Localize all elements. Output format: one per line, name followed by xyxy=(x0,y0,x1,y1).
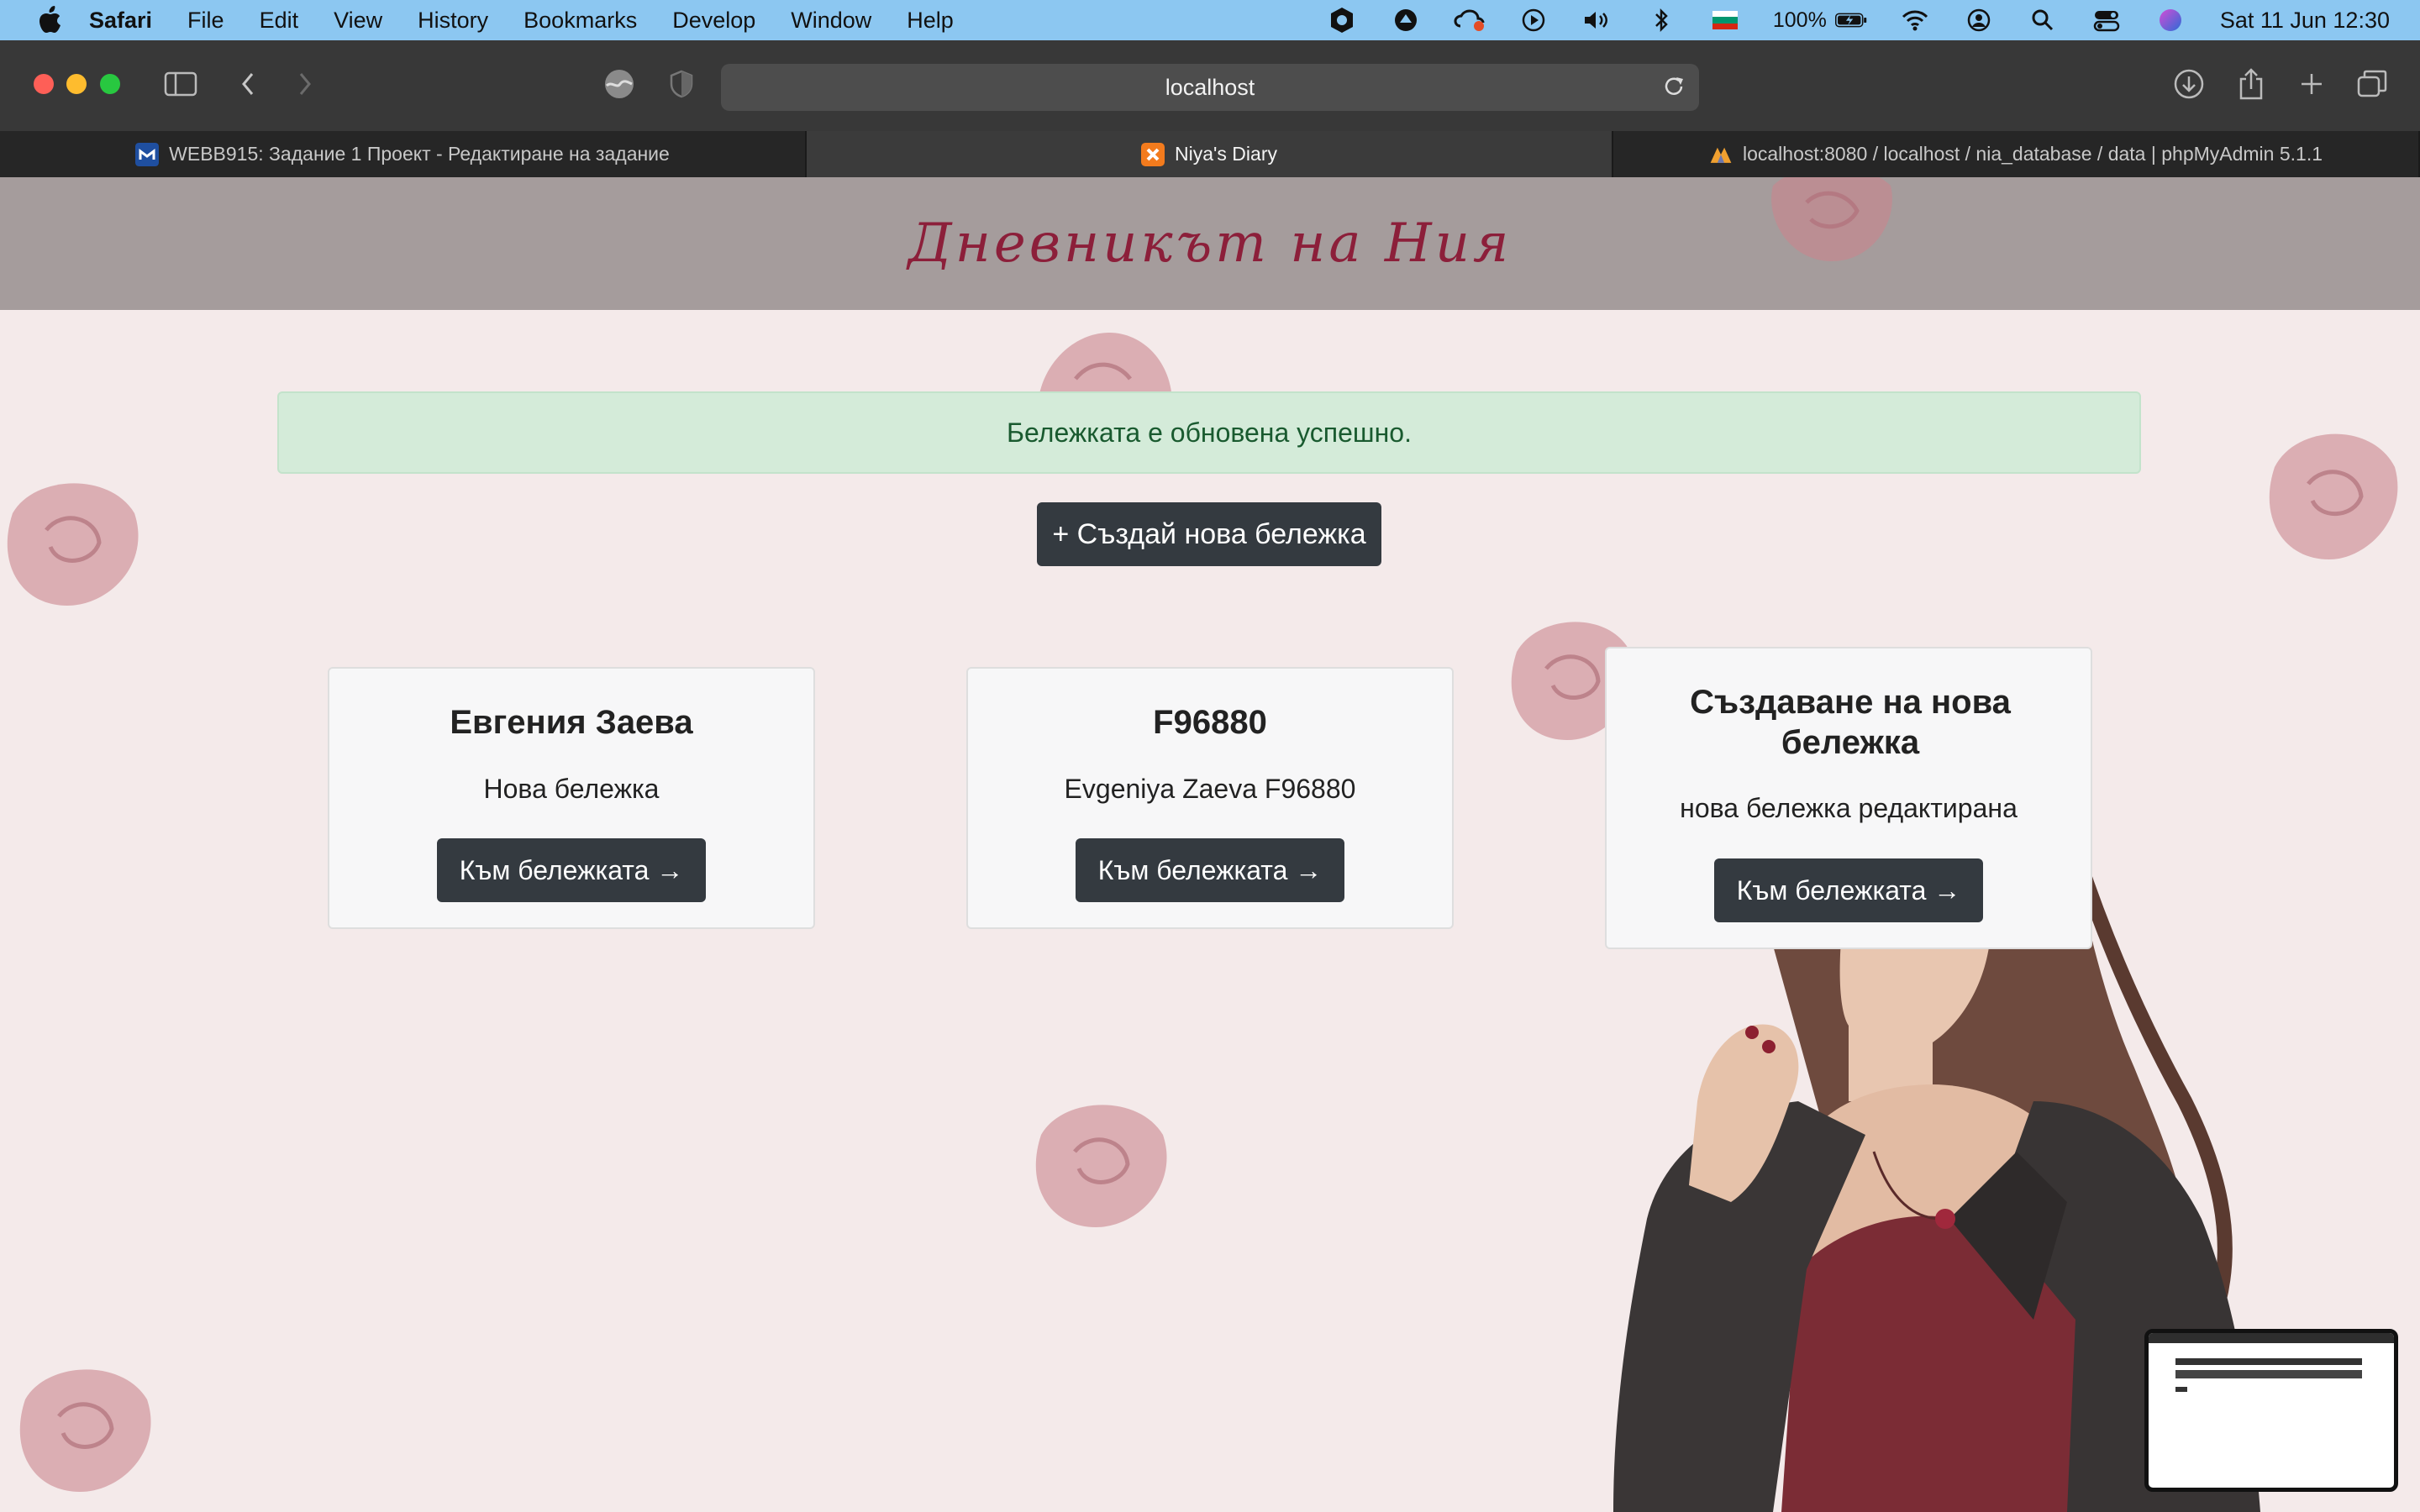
menu-develop[interactable]: Develop xyxy=(672,8,755,34)
bluetooth-icon[interactable] xyxy=(1645,8,1677,33)
window-close-button[interactable] xyxy=(34,74,54,94)
tab-overview-icon xyxy=(2357,70,2387,97)
note-card: Евгения Заева Нова бележка Към бележката… xyxy=(328,667,815,929)
hexagon-app-icon[interactable] xyxy=(1326,8,1358,33)
safari-toolbar: localhost xyxy=(0,40,2420,132)
siri-icon[interactable] xyxy=(2154,8,2186,33)
thumbnail-button xyxy=(2175,1387,2187,1392)
menu-bookmarks[interactable]: Bookmarks xyxy=(523,8,637,34)
wifi-icon[interactable] xyxy=(1899,8,1931,33)
xampp-favicon-icon xyxy=(1141,142,1165,166)
shield-icon xyxy=(670,70,693,98)
menu-bar-clock[interactable]: Sat 11 Jun 12:30 xyxy=(2220,8,2390,34)
screenshot-preview-thumbnail[interactable] xyxy=(2144,1329,2398,1492)
volume-icon[interactable] xyxy=(1581,8,1613,33)
apple-logo-icon[interactable] xyxy=(37,6,62,34)
extension-button[interactable] xyxy=(600,66,639,102)
tab-label: WEBB915: Задание 1 Проект - Редактиране … xyxy=(169,143,670,165)
user-account-icon[interactable] xyxy=(1963,8,1995,33)
open-note-button[interactable]: Към бележката → xyxy=(437,838,706,902)
control-center-icon[interactable] xyxy=(2091,8,2123,33)
rose-decoration-icon xyxy=(19,1369,151,1492)
phpmyadmin-favicon-icon xyxy=(1710,147,1732,163)
open-note-button[interactable]: Към бележката → xyxy=(1714,858,1983,922)
address-text: localhost xyxy=(1165,74,1255,100)
note-card-description: нова бележка редактирана xyxy=(1680,793,2018,823)
circle-app-icon[interactable] xyxy=(1390,8,1422,33)
downloads-button[interactable] xyxy=(2170,66,2208,102)
reload-icon[interactable] xyxy=(1660,74,1687,101)
download-icon xyxy=(2174,69,2204,99)
tab-niyas-diary[interactable]: Niya's Diary xyxy=(807,131,1613,177)
note-card-description: Evgeniya Zaeva F96880 xyxy=(1064,774,1356,804)
open-note-button[interactable]: Към бележката → xyxy=(1076,838,1344,902)
create-note-button[interactable]: + Създай нова бележка xyxy=(1037,502,1381,566)
battery-charging-icon[interactable] xyxy=(1834,8,1867,33)
menu-edit[interactable]: Edit xyxy=(260,8,299,34)
plus-icon xyxy=(2302,74,2322,94)
creative-cloud-icon[interactable] xyxy=(1454,8,1486,33)
forward-button[interactable] xyxy=(286,66,324,102)
tab-phpmyadmin[interactable]: localhost:8080 / localhost / nia_databas… xyxy=(1613,131,2420,177)
tab-label: localhost:8080 / localhost / nia_databas… xyxy=(1742,143,2323,165)
site-title[interactable]: Дневникът на Ния xyxy=(908,213,1512,275)
menu-history[interactable]: History xyxy=(418,8,488,34)
address-bar[interactable]: localhost xyxy=(721,64,1699,111)
spotlight-search-icon[interactable] xyxy=(2027,8,2059,33)
window-zoom-button[interactable] xyxy=(100,74,120,94)
window-minimize-button[interactable] xyxy=(66,74,87,94)
sidebar-toggle-button[interactable] xyxy=(161,66,200,102)
share-button[interactable] xyxy=(2232,66,2270,102)
rose-decoration-icon xyxy=(1035,1105,1167,1227)
rose-decoration-icon xyxy=(7,483,139,606)
success-alert-text: Бележката е обновена успешно. xyxy=(1007,417,1412,448)
play-icon[interactable] xyxy=(1518,8,1549,33)
battery-percentage: 100% xyxy=(1772,8,1827,32)
thumbnail-header-bar xyxy=(2175,1358,2362,1365)
note-card: Създаване на нова бележка нова бележка р… xyxy=(1605,647,2092,949)
site-header: Дневникът на Ния xyxy=(0,177,2420,310)
privacy-report-button[interactable] xyxy=(662,66,701,102)
menu-window[interactable]: Window xyxy=(791,8,871,34)
note-card-title: F96880 xyxy=(1153,704,1267,741)
bulgarian-flag-icon[interactable] xyxy=(1709,8,1741,33)
note-card-title: Евгения Заева xyxy=(450,704,693,741)
note-card-title: Създаване на нова бележка xyxy=(1690,684,2011,761)
note-card: F96880 Evgeniya Zaeva F96880 Към бележка… xyxy=(966,667,1454,929)
thumbnail-toolbar xyxy=(2149,1333,2394,1343)
chevron-left-icon xyxy=(242,73,254,95)
chevron-right-icon xyxy=(299,73,311,95)
tab-overview-button[interactable] xyxy=(2353,66,2391,102)
macos-menu-bar: Safari File Edit View History Bookmarks … xyxy=(0,0,2420,40)
tab-webb915[interactable]: WEBB915: Задание 1 Проект - Редактиране … xyxy=(0,131,807,177)
rose-decoration-icon xyxy=(2269,433,2398,559)
note-card-description: Нова бележка xyxy=(483,774,660,804)
new-tab-button[interactable] xyxy=(2292,66,2331,102)
share-icon xyxy=(2239,68,2263,100)
status-area: 100% Sat 11 Jun 12:30 xyxy=(1294,0,2390,40)
moodle-favicon-icon xyxy=(135,142,160,166)
success-alert: Бележката е обновена успешно. xyxy=(277,391,2141,474)
menu-file[interactable]: File xyxy=(187,8,224,34)
back-button[interactable] xyxy=(229,66,267,102)
thumbnail-content-bar xyxy=(2175,1370,2362,1378)
sidebar-icon xyxy=(164,71,197,97)
extension-globe-icon xyxy=(605,70,634,98)
menu-view[interactable]: View xyxy=(334,8,382,34)
tab-bar: WEBB915: Задание 1 Проект - Редактиране … xyxy=(0,131,2420,177)
web-page: Дневникът на Ния Бележката е обновена ус… xyxy=(0,177,2420,1512)
rose-decoration-icon xyxy=(1771,177,1892,261)
menu-help[interactable]: Help xyxy=(907,8,954,34)
tab-label: Niya's Diary xyxy=(1175,143,1277,165)
menu-app-safari[interactable]: Safari xyxy=(89,8,152,34)
